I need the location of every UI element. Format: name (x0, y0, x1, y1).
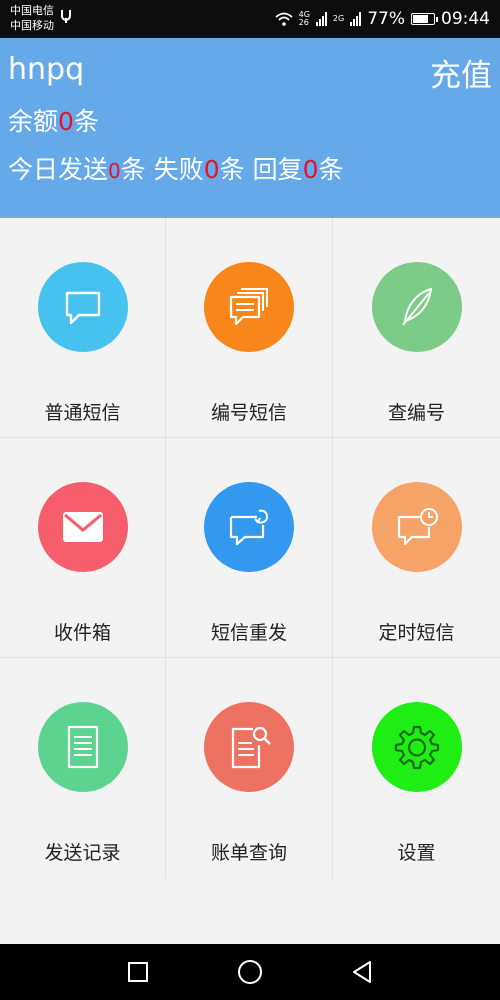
network-type-2: 2G (332, 14, 345, 23)
network-type-1: 4G 26 (298, 10, 310, 27)
carrier-2: 中国移动 (10, 19, 54, 32)
square-icon[interactable] (124, 958, 152, 986)
carrier-names: 中国电信 中国移动 (10, 3, 54, 33)
system-nav-bar (0, 944, 500, 1000)
carrier-1: 中国电信 (10, 4, 54, 17)
multi-message-icon (204, 262, 294, 352)
fail-value: 0 (203, 155, 220, 184)
menu-item-inbox[interactable]: 收件箱 (0, 438, 166, 658)
menu-item-label: 普通短信 (44, 402, 121, 424)
today-sent-value: 0 (108, 159, 121, 183)
battery-level (413, 15, 428, 23)
menu-item-label: 查编号 (387, 402, 445, 424)
signal-icon (315, 12, 327, 26)
menu-item-scheduled[interactable]: 定时短信 (333, 438, 500, 658)
menu-item-bill-query[interactable]: 账单查询 (166, 658, 333, 878)
wifi-icon (275, 12, 293, 26)
fail-label: 失败 (153, 155, 204, 184)
menu-item-numbered-sms[interactable]: 编号短信 (166, 218, 333, 438)
chat-bubble-icon (37, 262, 128, 352)
reply-label: 回复 (252, 155, 303, 184)
menu-item-sms[interactable]: 普通短信 (0, 218, 166, 438)
menu-item-resend[interactable]: 短信重发 (166, 438, 333, 658)
circle-icon[interactable] (236, 958, 264, 986)
balance-label: 余额 (8, 107, 59, 136)
balance-value: 0 (58, 107, 74, 136)
menu-item-label: 编号短信 (210, 402, 287, 424)
today-stats: 今日发送0条 失败0条 回复0条 (8, 150, 344, 186)
menu-item-label: 发送记录 (44, 842, 121, 864)
triangle-icon[interactable] (348, 958, 376, 986)
today-sent-unit: 条 (120, 155, 146, 184)
menu-item-label: 短信重发 (210, 622, 287, 644)
battery-percent: 77% (367, 9, 405, 29)
menu-item-label: 收件箱 (53, 622, 111, 644)
recharge-button[interactable]: 充值 (430, 50, 492, 95)
reply-unit: 条 (318, 155, 344, 184)
bill-search-icon (204, 702, 294, 792)
balance-unit: 条 (73, 107, 99, 136)
menu-item-settings[interactable]: 设置 (333, 658, 500, 878)
document-icon (37, 702, 128, 792)
menu-item-label: 定时短信 (378, 622, 455, 644)
clock: 09:44 (441, 9, 490, 29)
usb-icon (61, 10, 71, 23)
message-clock-icon (371, 482, 462, 572)
message-resend-icon (204, 482, 294, 572)
envelope-icon (37, 482, 128, 572)
today-sent-label: 今日发送 (8, 155, 109, 184)
menu-item-lookup-number[interactable]: 查编号 (333, 218, 500, 438)
menu-item-send-log[interactable]: 发送记录 (0, 658, 166, 878)
gear-icon (371, 702, 462, 792)
status-bar: 中国电信 中国移动 4G 26 2G 77% 09:44 (0, 0, 500, 38)
function-grid: 普通短信 编号短信 查编号 收件箱 短信重发 定时短信 发送记录 账单查询 设置 (0, 218, 500, 878)
menu-item-label: 账单查询 (210, 842, 287, 864)
feather-icon (371, 262, 462, 352)
account-header: hnpq 充值 余额0条 今日发送0条 失败0条 回复0条 (0, 38, 500, 218)
battery-icon (411, 13, 438, 25)
menu-item-label: 设置 (397, 842, 436, 864)
signal-icon-2 (350, 12, 362, 26)
reply-value: 0 (302, 155, 319, 184)
username: hnpq (8, 52, 85, 87)
fail-unit: 条 (219, 155, 245, 184)
balance-line: 余额0条 (8, 102, 99, 138)
status-indicators: 4G 26 2G 77% 09:44 (275, 0, 490, 38)
